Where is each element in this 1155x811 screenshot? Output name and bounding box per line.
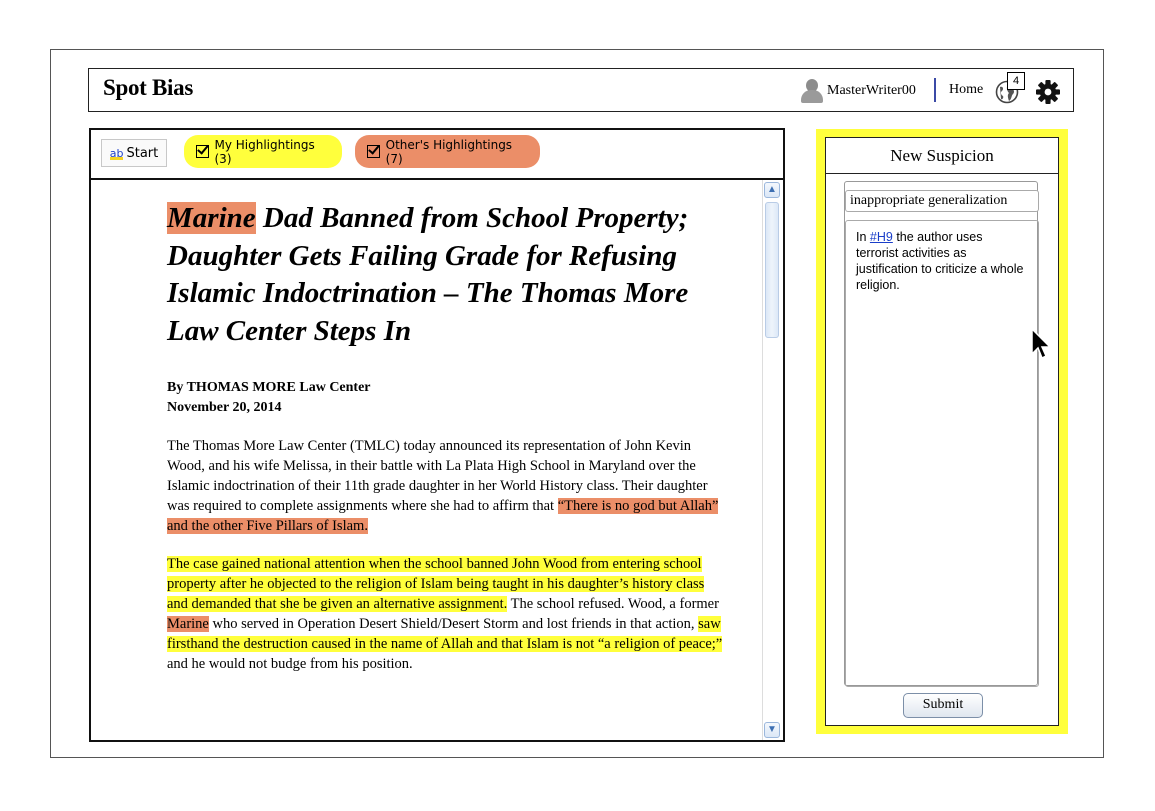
highlight-tool-icon: ab: [109, 146, 124, 160]
submit-button[interactable]: Submit: [903, 693, 983, 718]
user-menu[interactable]: MasterWriter00: [801, 79, 916, 103]
start-button-label: Start: [126, 145, 159, 161]
reader-toolbar: ab Start My Highlightings (3) Other's Hi…: [91, 130, 783, 180]
publish-date: November 20, 2014: [167, 400, 282, 415]
brand-logo[interactable]: Spot Bias: [103, 75, 193, 101]
mouse-cursor-icon: [1031, 327, 1052, 360]
vertical-scrollbar[interactable]: ▲ ▼: [762, 180, 781, 740]
paragraph-text: who served in Operation Desert Shield/De…: [208, 616, 699, 632]
checkbox-checked-icon[interactable]: [367, 145, 380, 158]
gear-icon[interactable]: [1035, 79, 1061, 105]
others-highlightings-label: Other's Highlightings (7): [385, 137, 513, 166]
highlight-reference-link[interactable]: #H9: [870, 230, 893, 244]
scroll-down-icon[interactable]: ▼: [764, 722, 780, 738]
checkbox-checked-icon[interactable]: [196, 145, 209, 158]
user-icon: [801, 79, 823, 103]
notification-badge[interactable]: 4: [1007, 72, 1025, 90]
form-body: inappropriate generalization In #H9 the …: [844, 181, 1039, 687]
divider: [934, 78, 936, 102]
scroll-up-icon[interactable]: ▲: [764, 182, 780, 198]
paragraph-text: and he would not budge from his position…: [167, 656, 413, 672]
username[interactable]: MasterWriter00: [827, 83, 916, 99]
paragraph-2: The case gained national attention when …: [167, 554, 727, 674]
article-reader: ab Start My Highlightings (3) Other's Hi…: [89, 128, 785, 742]
suspicion-textarea[interactable]: In #H9 the author uses terrorist activit…: [845, 220, 1039, 687]
paragraph-text: The school refused. Wood, a former: [507, 596, 719, 612]
paragraph-1: The Thomas More Law Center (TMLC) today …: [167, 436, 727, 536]
article-headline: Marine Dad Banned from School Property; …: [167, 200, 727, 350]
my-highlightings-label: My Highlightings (3): [214, 137, 315, 166]
others-highlightings-toggle[interactable]: Other's Highlightings (7): [355, 135, 540, 168]
suspicion-panel: New Suspicion inappropriate generalizati…: [816, 129, 1068, 734]
byline: By THOMAS MORE Law Center November 20, 2…: [167, 378, 727, 418]
start-button[interactable]: ab Start: [101, 139, 167, 167]
author: By THOMAS MORE Law Center: [167, 380, 371, 395]
note-text: In: [856, 230, 870, 244]
scroll-thumb[interactable]: [765, 202, 779, 338]
panel-title: New Suspicion: [825, 137, 1059, 174]
home-link[interactable]: Home: [949, 82, 983, 98]
highlight-others[interactable]: Marine: [167, 202, 256, 234]
highlight-others[interactable]: Marine: [167, 616, 209, 632]
article-content: Marine Dad Banned from School Property; …: [167, 200, 727, 674]
top-bar: Spot Bias MasterWriter00 Home 4: [88, 68, 1074, 112]
category-input[interactable]: inappropriate generalization: [845, 190, 1039, 212]
suspicion-form: New Suspicion inappropriate generalizati…: [825, 137, 1059, 726]
my-highlightings-toggle[interactable]: My Highlightings (3): [184, 135, 342, 168]
